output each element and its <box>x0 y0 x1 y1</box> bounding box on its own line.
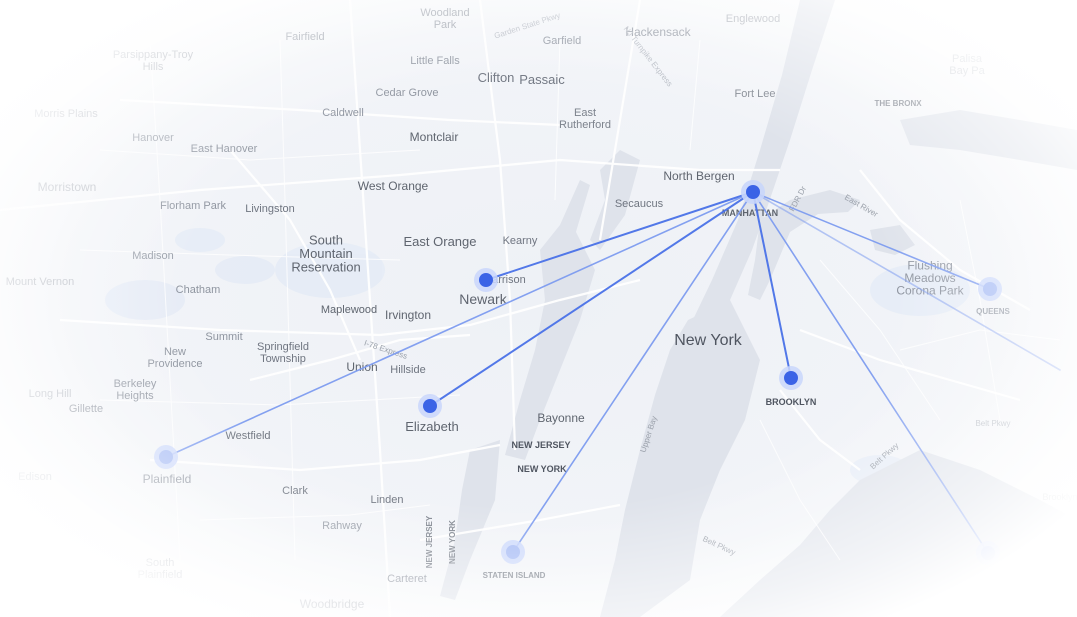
place-label-brooklyn-east: Brooklyn <box>1042 492 1077 502</box>
place-label-madison: Madison <box>132 250 174 262</box>
marker-dot[interactable] <box>506 545 520 559</box>
place-label-irvington: Irvington <box>385 308 431 322</box>
place-label-fort-lee: Fort Lee <box>735 88 776 100</box>
map-canvas[interactable]: Woodland Park Garden State Pkwy Garfield Hac… <box>0 0 1077 617</box>
place-label-east-hanover: East Hanover <box>191 143 258 155</box>
place-label-chatham: Chatham <box>176 284 221 296</box>
place-label-little-falls: Little Falls <box>410 55 460 67</box>
marker-brooklyn[interactable] <box>779 366 803 390</box>
place-label-berkeley-heights: Berkeley Heights <box>114 378 157 402</box>
place-label-north-bergen: North Bergen <box>663 169 734 183</box>
place-label-woodbridge: Woodbridge <box>300 597 365 611</box>
place-label-morris-plains: Morris Plains <box>34 108 98 120</box>
place-label-secaucus: Secaucus <box>615 198 664 210</box>
place-label-belt-pkwy-east: Belt Pkwy <box>975 419 1010 428</box>
place-label-florham-park: Florham Park <box>160 200 227 212</box>
place-label-springfield: Springfield Township <box>257 341 309 365</box>
place-label-summit: Summit <box>205 331 242 343</box>
place-label-west-orange: West Orange <box>358 179 429 193</box>
place-label-englewood: Englewood <box>726 13 780 25</box>
place-label-new-york: New York <box>674 332 743 349</box>
place-label-gillette: Gillette <box>69 403 103 415</box>
marker-queens[interactable] <box>978 277 1002 301</box>
marker-jamaica-bay[interactable] <box>976 541 1000 565</box>
place-label-newark: Newark <box>459 291 507 307</box>
place-label-mount-vernon: Mount Vernon <box>6 276 75 288</box>
place-label-clark: Clark <box>282 485 308 497</box>
place-label-ny-label: NEW YORK <box>517 464 567 474</box>
place-label-morristown: Morristown <box>38 180 97 194</box>
map-svg[interactable]: Woodland Park Garden State PkwyGarfieldHac… <box>0 0 1077 617</box>
marker-dot[interactable] <box>981 546 995 560</box>
place-label-cedar-grove: Cedar Grove <box>376 87 439 99</box>
marker-newark[interactable] <box>474 268 498 292</box>
place-label-nj-label: NEW JERSEY <box>511 440 570 450</box>
place-label-bayonne: Bayonne <box>537 411 585 425</box>
place-label-elizabeth: Elizabeth <box>405 419 458 434</box>
place-label-kearny: Kearny <box>503 235 538 247</box>
place-label-garfield: Garfield <box>543 35 582 47</box>
place-label-staten-island: STATEN ISLAND <box>483 571 546 580</box>
place-label-montclair: Montclair <box>410 130 459 144</box>
marker-dot[interactable] <box>159 450 173 464</box>
marker-dot[interactable] <box>479 273 493 287</box>
place-label-hillside: Hillside <box>390 364 425 376</box>
marker-elizabeth[interactable] <box>418 394 442 418</box>
place-label-ny-vertical: NEW YORK <box>448 520 457 564</box>
hub-dot[interactable] <box>746 185 760 199</box>
marker-plainfield[interactable] <box>154 445 178 469</box>
place-label-maplewood: Maplewood <box>321 304 377 316</box>
place-label-queens: QUEENS <box>976 307 1010 316</box>
place-label-passaic: Passaic <box>519 72 565 87</box>
place-label-livingston: Livingston <box>245 203 295 215</box>
place-label-nj-vertical: NEW JERSEY <box>425 515 434 568</box>
place-label-edison: Edison <box>18 471 52 483</box>
place-label-the-bronx: THE BRONX <box>874 99 922 108</box>
marker-dot[interactable] <box>983 282 997 296</box>
place-label-westfield: Westfield <box>225 430 270 442</box>
place-label-hanover: Hanover <box>132 132 174 144</box>
place-label-brooklyn: BROOKLYN <box>766 397 817 407</box>
place-label-clifton: Clifton <box>478 70 515 85</box>
hub-marker-manhattan[interactable] <box>741 180 765 204</box>
place-label-union: Union <box>346 360 377 374</box>
place-label-caldwell: Caldwell <box>322 107 364 119</box>
place-label-long-hill: Long Hill <box>29 388 72 400</box>
place-label-pelham-bay: Palisa Bay Pa <box>949 53 985 77</box>
place-label-plainfield: Plainfield <box>143 472 192 486</box>
place-label-rahway: Rahway <box>322 520 362 532</box>
marker-dot[interactable] <box>423 399 437 413</box>
marker-dot[interactable] <box>784 371 798 385</box>
place-label-fairfield: Fairfield <box>285 31 324 43</box>
marker-staten-island[interactable] <box>501 540 525 564</box>
place-label-carteret: Carteret <box>387 573 427 585</box>
place-label-linden: Linden <box>370 494 403 506</box>
place-label-east-orange: East Orange <box>404 234 477 249</box>
